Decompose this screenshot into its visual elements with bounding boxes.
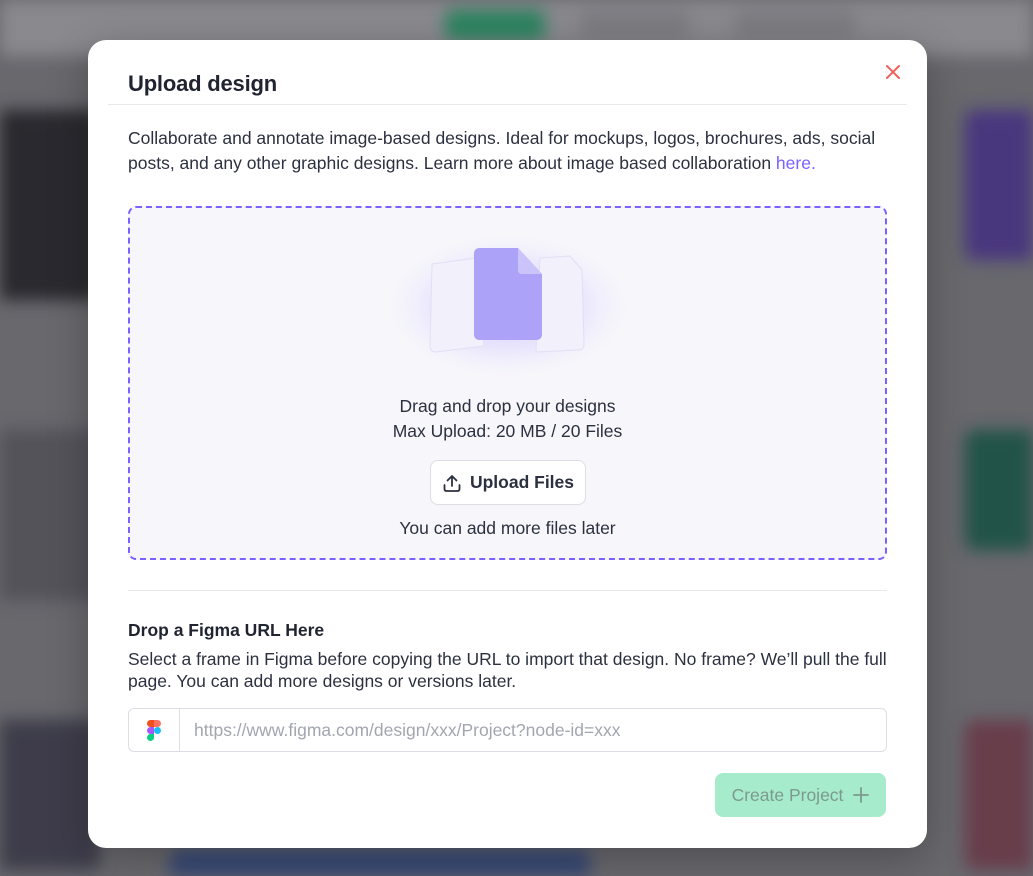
figma-url-field xyxy=(128,708,887,752)
modal-title: Upload design xyxy=(128,71,277,96)
figma-url-description: Select a frame in Figma before copying t… xyxy=(128,649,887,691)
learn-more-link[interactable]: here. xyxy=(776,153,816,173)
figma-logo-prefix xyxy=(129,709,180,751)
plus-icon xyxy=(853,787,870,803)
upload-files-label: Upload Files xyxy=(469,472,575,492)
upload-files-button[interactable]: Upload Files xyxy=(430,460,586,505)
intro-text: Collaborate and annotate image-based des… xyxy=(128,126,888,175)
create-project-label: Create Project xyxy=(731,784,844,805)
create-project-button[interactable]: Create Project xyxy=(715,773,886,817)
upload-design-modal: Upload design Collaborate and annotate i… xyxy=(88,40,927,848)
files-illustration xyxy=(380,231,636,378)
dropzone-note: You can add more files later xyxy=(399,518,616,538)
figma-url-input[interactable] xyxy=(180,709,886,751)
section-divider xyxy=(128,590,887,591)
intro-body: Collaborate and annotate image-based des… xyxy=(128,128,876,173)
close-button[interactable] xyxy=(881,60,905,84)
dropzone-instructions: Drag and drop your designs xyxy=(399,396,616,416)
upload-icon xyxy=(443,474,461,492)
figma-logo-icon xyxy=(147,719,161,741)
file-dropzone[interactable]: Drag and drop your designs Max Upload: 2… xyxy=(128,206,887,560)
figma-url-heading: Drop a Figma URL Here xyxy=(128,620,325,640)
dropzone-limits: Max Upload: 20 MB / 20 Files xyxy=(392,421,623,441)
header-divider xyxy=(108,104,907,105)
close-icon xyxy=(886,65,900,79)
